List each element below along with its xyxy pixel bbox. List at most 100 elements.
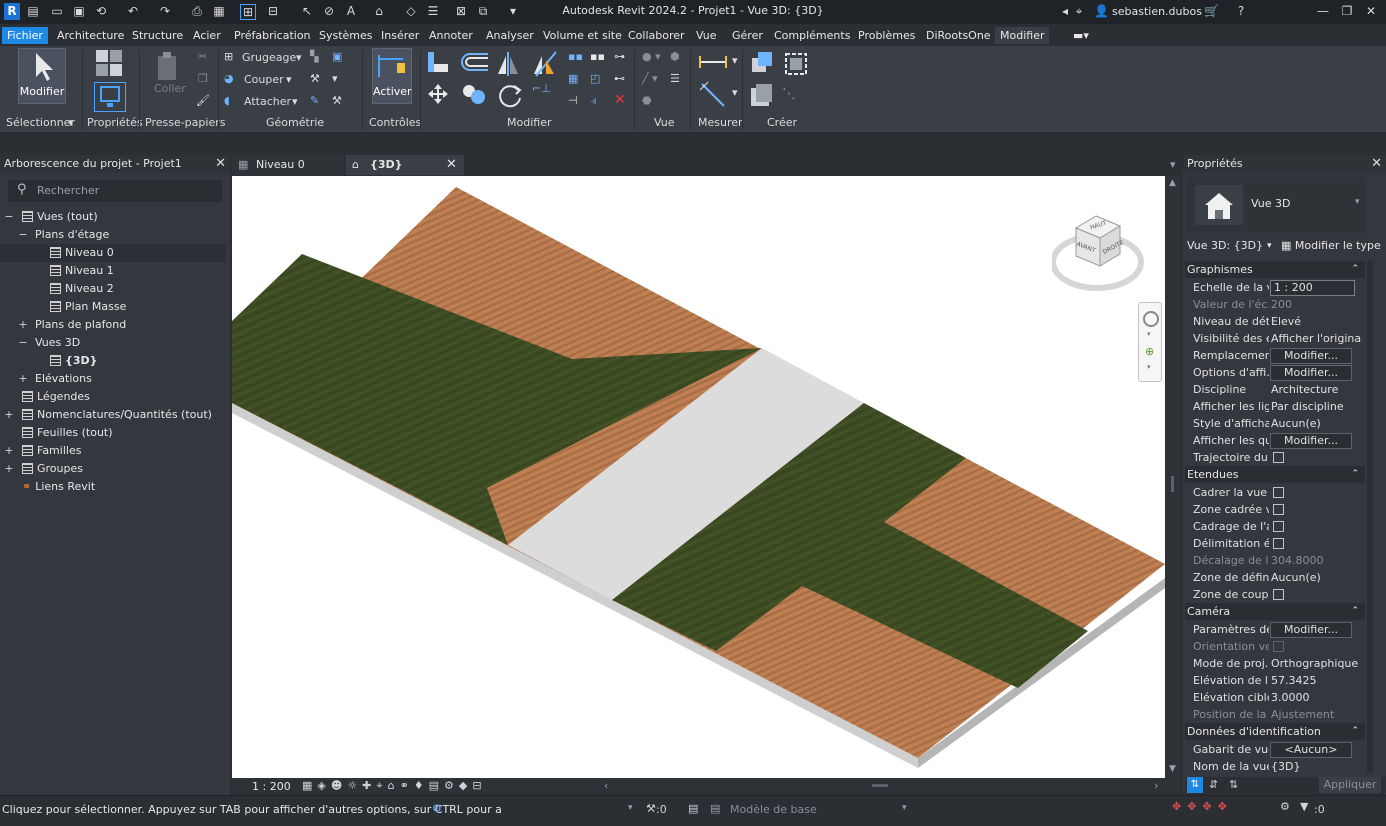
mirror-axis-icon[interactable] [494,50,522,78]
viewport-vertical-scrollbar[interactable]: ▲ ▼ [1165,176,1181,778]
measure-between-icon[interactable] [698,52,728,70]
property-value[interactable]: Elevé [1271,313,1361,330]
user-icon[interactable]: 👤 [1094,4,1109,18]
property-value[interactable]: Par discipline [1271,398,1361,415]
paste-icon[interactable] [154,50,182,82]
properties-scrollbar[interactable] [1367,261,1373,773]
steering-wheel-icon[interactable] [1143,311,1159,327]
tree-toggle[interactable]: + [4,406,14,424]
rotate-icon[interactable] [496,82,524,108]
tree-toggle[interactable]: − [18,334,28,352]
design-option-icon[interactable]: ▤ [688,802,698,815]
close-icon[interactable]: ✕ [1371,155,1382,173]
cut-icon[interactable]: ✂ [198,50,207,63]
type-selector[interactable]: Vue 3D ▾ [1187,177,1367,233]
tab-problemes[interactable]: Problèmes [853,27,920,44]
split-gap-icon[interactable]: ▪▪ [590,50,605,63]
copy-elements-icon[interactable] [460,82,488,106]
properties-group-header[interactable]: Etendues ⌃ [1185,466,1365,483]
copy-icon[interactable]: ❐ [198,72,208,85]
modify-button[interactable]: Modifier [18,48,66,104]
workset-dropdown-icon[interactable]: ▾ [628,803,633,813]
minimize-icon[interactable]: — [1316,4,1330,18]
view-tab-3d[interactable]: ⌂ {3D} ✕ [346,155,464,175]
property-checkbox[interactable] [1273,504,1284,515]
property-checkbox[interactable] [1273,521,1284,532]
close-icon[interactable]: ✕ [215,155,226,173]
activate-controls-button[interactable]: Activer [372,48,412,104]
scroll-up-icon[interactable]: ▲ [1169,178,1176,188]
property-input[interactable]: 1 : 200 [1270,280,1355,296]
align-icon[interactable] [426,50,450,74]
cut-geometry-icon[interactable]: ◕ [224,72,234,85]
user-name[interactable]: sebastien.dubos [1112,5,1202,18]
trim-multiple-icon[interactable]: ⫣ [590,94,597,108]
edit-profile-icon[interactable]: ✎ [310,94,319,107]
property-checkbox[interactable] [1273,589,1284,600]
trim-single-icon[interactable]: ⊣ [568,94,578,107]
tree-item-niveau-0[interactable]: Niveau 0 [0,244,226,262]
join-label[interactable]: Attacher [244,95,291,108]
tabs-dropdown-icon[interactable]: ▾ [1170,155,1176,175]
property-checkbox[interactable] [1273,487,1284,498]
dimension-dropdown-icon[interactable]: ▾ [732,86,738,99]
offset-icon[interactable] [458,50,490,74]
array-icon[interactable]: ▦ [568,72,578,85]
view-scale[interactable]: 1 : 200 [252,780,291,793]
hide-element-icon[interactable]: ● ▾ [642,50,661,63]
tab-volume-site[interactable]: Volume et site [538,27,627,44]
property-value[interactable]: Aucun(e) [1271,569,1361,586]
view-tab-niveau-0[interactable]: ▦ Niveau 0 [232,155,344,175]
tab-complements[interactable]: Compléments [769,27,855,44]
collapse-icon[interactable]: ⌃ [1351,723,1359,740]
edit-type-button[interactable]: ▦ Modifier le type [1281,237,1381,255]
property-edit-button[interactable]: <Aucun> [1270,742,1352,758]
split-face-icon[interactable]: ▣ [332,50,342,63]
collapse-icon[interactable]: ⌃ [1351,466,1359,483]
hammer-icon[interactable]: ⚒ [332,94,342,107]
close-tab-icon[interactable]: ✕ [446,155,457,175]
unpin-icon[interactable]: ⊷ [614,72,625,85]
design-options-icon[interactable]: ⚙ [432,802,442,815]
join-icon[interactable]: ◖ [224,94,230,107]
property-checkbox[interactable] [1273,538,1284,549]
tab-annoter[interactable]: Annoter [424,27,478,44]
select-dropdown-icon[interactable]: ▾ [68,116,74,129]
tree-toggle[interactable]: + [4,460,14,478]
trim-extend-icon[interactable]: ⌐⊥ [532,82,551,95]
close-icon[interactable]: ✕ [1364,4,1378,18]
drag-on-select-icon[interactable]: ⚙ [1280,800,1290,813]
property-value[interactable]: Aucun(e) [1271,415,1361,432]
wall-joins-icon[interactable]: ▚ [310,50,318,63]
property-value[interactable]: {3D} [1271,758,1361,775]
tree-toggle[interactable]: + [4,442,14,460]
tab-dirootsone[interactable]: DiRootsOne [921,27,996,44]
move-icon[interactable] [426,82,450,106]
restore-icon[interactable]: ❐ [1340,4,1354,18]
editable-only-icon[interactable]: ⚒ [646,802,656,815]
property-edit-button[interactable]: Modifier... [1270,348,1352,364]
cut-geometry-label[interactable]: Couper [244,73,284,86]
tab-acier[interactable]: Acier [188,27,226,44]
sort-desc-icon[interactable]: ⇅ [1229,778,1238,791]
camera-tab-icon[interactable]: ▬▾ [1068,27,1094,44]
demolish-icon[interactable]: ⚒ [310,72,320,85]
properties-group-header[interactable]: Caméra ⌃ [1185,603,1365,620]
delete-icon[interactable]: ✕ [614,92,626,108]
property-value[interactable]: Orthographique [1271,655,1361,672]
selection-options-icons[interactable]: ✥✥✥✥ [1172,800,1233,813]
type-properties-icon[interactable] [94,48,128,78]
measure-dropdown-icon[interactable]: ▾ [732,54,738,67]
property-value[interactable]: Architecture [1271,381,1361,398]
cut-dropdown-icon[interactable]: ▾ [286,73,292,86]
instance-selector[interactable]: Vue 3D: {3D} ▾ [1187,237,1272,255]
search-input[interactable]: ⚲ Rechercher [8,180,222,202]
type-dropdown-icon[interactable]: ▾ [1355,197,1360,207]
chevron-left-icon[interactable]: ◂ [1058,4,1072,18]
mirror-draw-icon[interactable] [530,50,558,78]
hscroll-thumb[interactable] [872,784,888,787]
create-assembly-icon[interactable] [748,50,776,78]
match-properties-icon[interactable]: 🖌 [196,94,210,107]
binoculars-icon[interactable]: ⌖ [1072,4,1086,18]
collapse-icon[interactable]: ⌃ [1351,603,1359,620]
